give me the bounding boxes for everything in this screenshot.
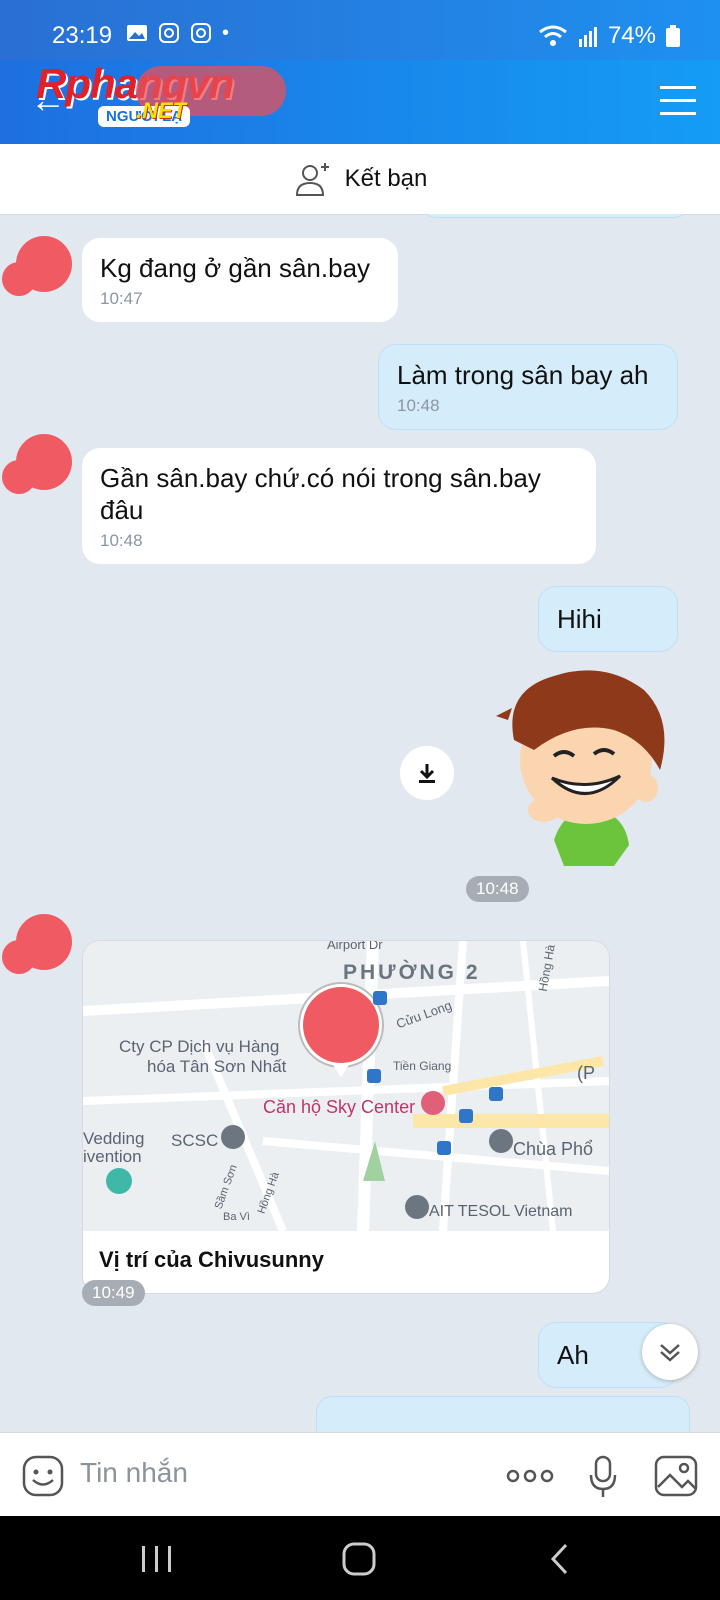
double-chevron-down-icon	[660, 1344, 680, 1362]
dot-icon: •	[222, 22, 230, 44]
signal-icon	[578, 27, 597, 47]
map-label: (P	[577, 1063, 595, 1083]
map-label: AIT TESOL Vietnam	[429, 1203, 573, 1220]
status-time: 23:19	[52, 22, 113, 49]
timestamp-pill: 10:48	[466, 876, 529, 902]
message-time: 10:48	[397, 396, 440, 415]
system-nav-bar	[0, 1516, 720, 1600]
message-input[interactable]: Tin nhắn	[80, 1457, 188, 1489]
message-bubble-in[interactable]: Gần sân.bay chứ.có nói trong sân.bay đâu…	[82, 448, 596, 564]
message-bubble-out[interactable]: Hihi	[538, 586, 678, 652]
location-card[interactable]: Airport Dr PHƯỜNG 2 Cửu Long Hồng Hà Cty…	[82, 940, 610, 1294]
battery-icon	[666, 25, 680, 47]
map-label: hóa Tân Sơn Nhất	[147, 1057, 287, 1076]
map-label: Ba Vì	[223, 1211, 250, 1223]
notification-icons: •	[126, 22, 229, 45]
map-label: Chùa Phổ	[513, 1139, 594, 1159]
instagram-icon	[159, 23, 179, 43]
add-friend-label: Kết bạn	[344, 165, 428, 192]
message-bubble-out[interactable]: Làm trong sân bay ah 10:48	[378, 344, 678, 430]
message-time: 10:48	[100, 531, 143, 550]
chat-area[interactable]: Kg đang ở gần sân.bay 10:47 Làm trong sâ…	[0, 214, 720, 1432]
map-label: Tiền Giang	[393, 1059, 452, 1073]
message-text: Hihi	[557, 604, 602, 634]
scroll-down-button[interactable]	[642, 1324, 698, 1380]
message-bubble-in[interactable]: Kg đang ở gần sân.bay 10:47	[82, 238, 398, 322]
map-thumbnail[interactable]: Airport Dr PHƯỜNG 2 Cửu Long Hồng Hà Cty…	[83, 941, 609, 1231]
watermark-logo: Rphangvn NGƯỜI LẠ .NET	[36, 60, 286, 130]
back-icon[interactable]	[548, 1542, 570, 1576]
menu-icon[interactable]	[660, 86, 696, 125]
more-icon[interactable]	[506, 1469, 554, 1483]
download-button[interactable]	[400, 746, 454, 800]
location-title: Vị trí của Chivusunny	[99, 1247, 324, 1272]
gallery-icon	[127, 25, 147, 41]
map-label: Vedding	[83, 1129, 145, 1148]
wifi-icon	[539, 25, 567, 46]
sticker-boy[interactable]	[494, 660, 680, 866]
message-time: 10:47	[100, 289, 143, 308]
add-friend-bar[interactable]: Kết bạn	[0, 144, 720, 215]
message-text: Làm trong sân bay ah	[397, 360, 649, 390]
recent-apps-icon[interactable]	[140, 1544, 174, 1574]
logo-net: .NET	[136, 98, 187, 123]
timestamp-pill: 10:49	[82, 1280, 145, 1306]
chat-header: ← Rphangvn NGƯỜI LẠ .NET	[0, 60, 720, 144]
add-user-icon	[295, 163, 329, 196]
avatar[interactable]	[2, 914, 72, 974]
message-input-bar: Tin nhắn	[0, 1432, 720, 1517]
message-text: Kg đang ở gần sân.bay	[100, 253, 371, 283]
map-label: Căn hộ Sky Center	[263, 1097, 416, 1117]
battery-text: 74%	[607, 22, 656, 49]
instagram-icon	[191, 23, 211, 43]
map-label: SCSC	[171, 1131, 219, 1150]
avatar[interactable]	[2, 236, 72, 296]
map-label: Airport Dr	[327, 940, 383, 952]
image-icon[interactable]	[654, 1455, 698, 1497]
map-label: PHƯỜNG 2	[343, 961, 481, 984]
message-text: Gần sân.bay chứ.có nói trong sân.bay đâu	[100, 463, 541, 525]
download-icon	[419, 764, 435, 783]
microphone-icon[interactable]	[588, 1455, 618, 1499]
home-icon[interactable]	[342, 1542, 376, 1576]
map-label: Cty CP Dịch vụ Hàng	[119, 1037, 280, 1056]
avatar[interactable]	[2, 434, 72, 494]
map-label: ivention	[83, 1147, 142, 1166]
emoji-icon[interactable]	[22, 1455, 64, 1497]
